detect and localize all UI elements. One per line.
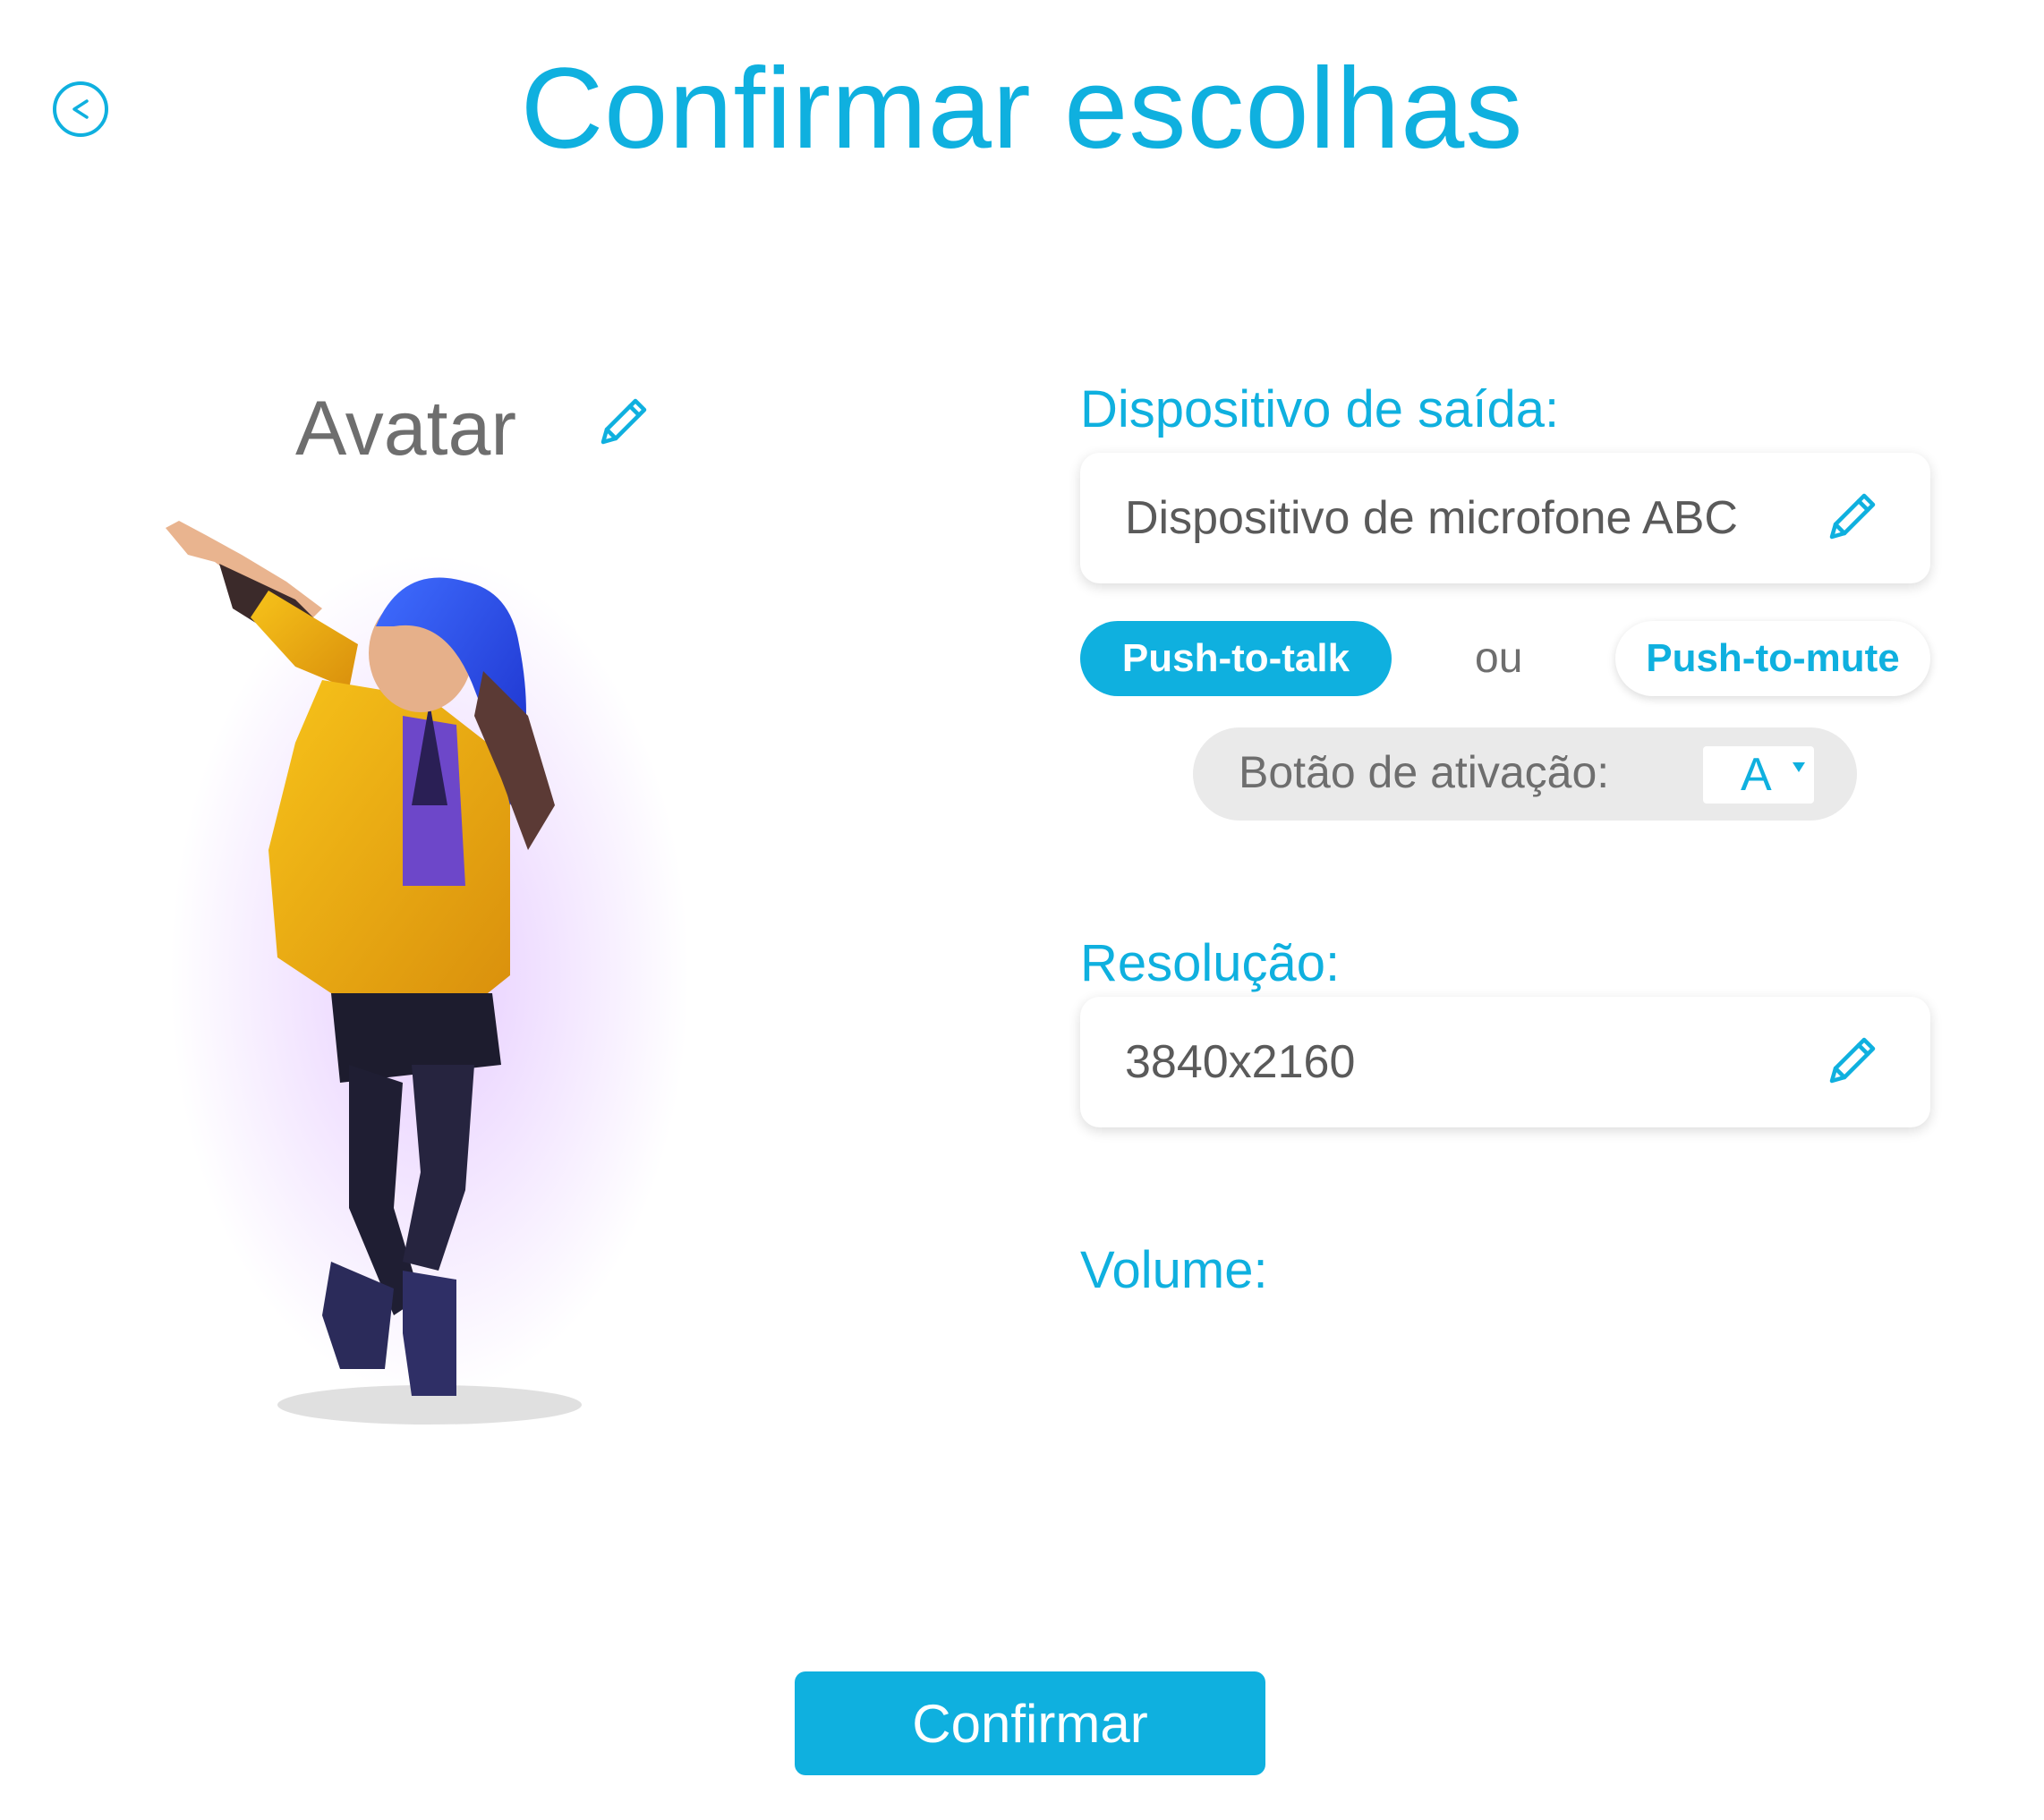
output-device-label: Dispositivo de saída:	[1080, 380, 1560, 438]
activation-key-value: A	[1741, 749, 1772, 801]
output-device-value: Dispositivo de microfone ABC	[1125, 492, 1738, 544]
or-text: ou	[1475, 634, 1523, 682]
volume-label: Volume:	[1080, 1241, 1268, 1299]
pencil-icon	[600, 398, 647, 445]
output-device-field[interactable]: Dispositivo de microfone ABC	[1080, 453, 1930, 583]
resolution-value: 3840x2160	[1125, 1036, 1356, 1088]
pencil-icon[interactable]	[1823, 1031, 1882, 1090]
avatar-edit-button[interactable]	[594, 392, 653, 451]
avatar-label: Avatar	[295, 386, 516, 472]
avatar-figure	[166, 521, 689, 1425]
push-to-mute-button[interactable]: Push-to-mute	[1615, 621, 1930, 696]
resolution-field[interactable]: 3840x2160	[1080, 997, 1930, 1127]
page-title: Confirmar escolhas	[520, 45, 1524, 173]
activation-label: Botão de ativação:	[1239, 747, 1610, 797]
confirm-button[interactable]: Confirmar	[795, 1671, 1265, 1775]
push-to-talk-button[interactable]: Push-to-talk	[1080, 621, 1392, 696]
dropdown-caret-icon	[1793, 762, 1805, 772]
activation-key-select[interactable]: A	[1703, 746, 1814, 804]
resolution-label: Resolução:	[1080, 934, 1341, 992]
pencil-icon[interactable]	[1823, 487, 1882, 546]
